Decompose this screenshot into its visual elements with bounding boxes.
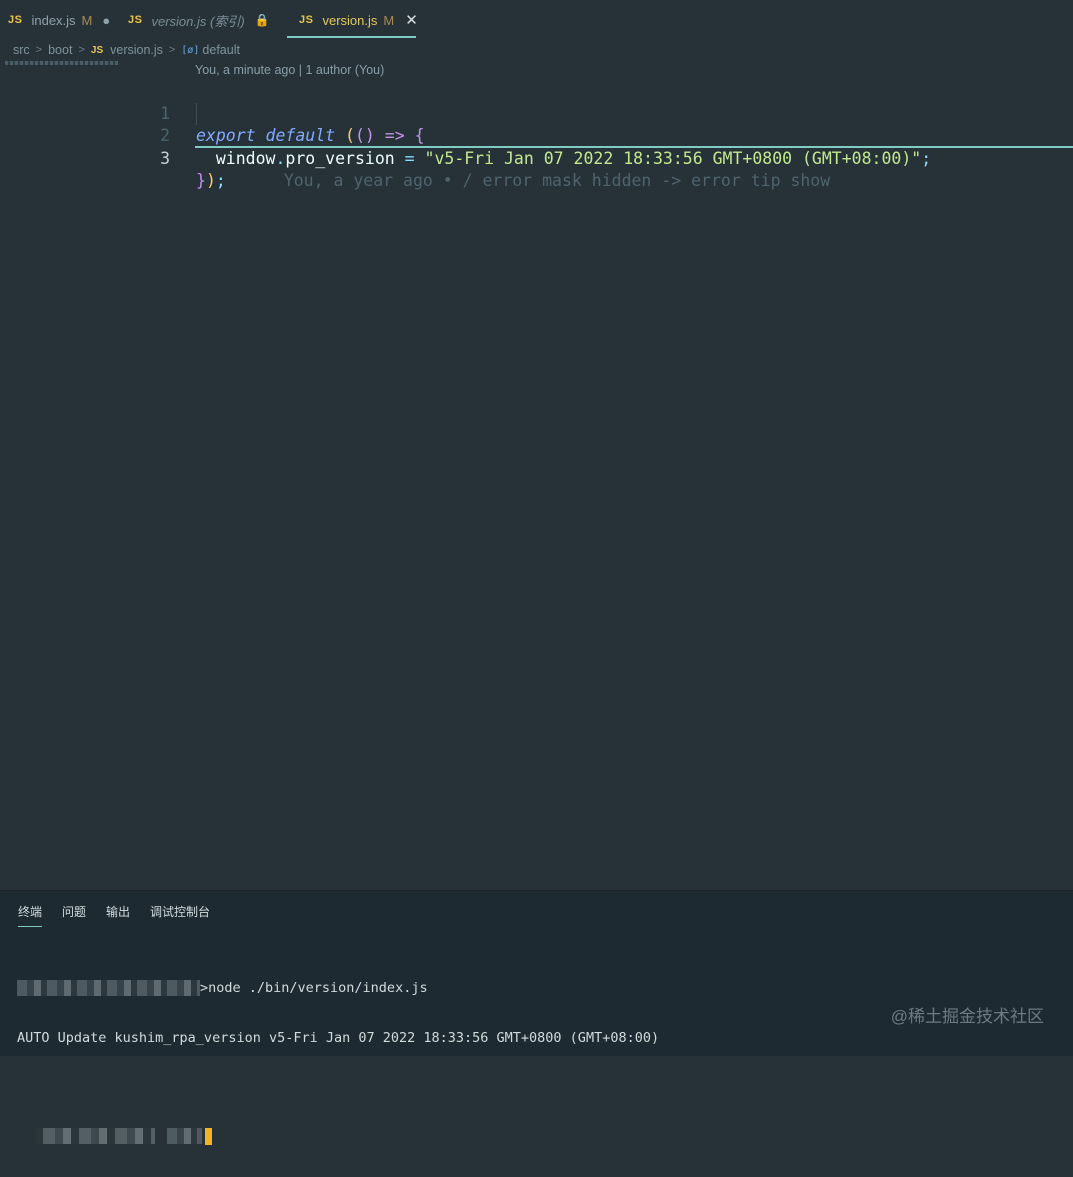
tab-debug-console[interactable]: 调试控制台 <box>150 903 210 927</box>
chevron-right-icon: > <box>78 44 85 56</box>
tab-terminal[interactable]: 终端 <box>18 903 43 927</box>
tab-version-js[interactable]: JS version.js M ✕ <box>287 0 418 40</box>
code-text: window.pro_version = "v5-Fri Jan 07 2022… <box>215 148 932 168</box>
breadcrumb: src > boot > JS version.js > [ø] default <box>0 40 240 60</box>
code-editor[interactable]: 1 export default (() => { 2 window.pro_v… <box>0 80 1073 191</box>
terminal-output-line: AUTO Update kushim_rpa_version v5-Fri Ja… <box>17 1030 660 1046</box>
inline-git-blame: You, a year ago • / error mask hidden ->… <box>283 171 831 190</box>
terminal-output[interactable]: >node ./bin/version/index.js AUTO Update… <box>17 947 659 1177</box>
git-codelens[interactable]: You, a minute ago | 1 author (You) <box>195 63 384 77</box>
code-text: }); You, a year ago • / error mask hidden… <box>196 171 831 190</box>
tab-problems[interactable]: 问题 <box>62 903 86 927</box>
breadcrumb-item-boot[interactable]: boot <box>48 43 72 57</box>
breadcrumb-item-src[interactable]: src <box>13 43 30 57</box>
breadcrumb-item-file[interactable]: version.js <box>110 43 163 57</box>
terminal-cursor <box>205 1127 212 1145</box>
editor-tab-bar: JS index.js M ● JS version.js (索引) 🔒 JS … <box>0 0 1073 40</box>
javascript-file-icon: JS <box>299 14 314 26</box>
line-number: 3 <box>160 148 170 168</box>
tab-output[interactable]: 输出 <box>106 903 130 927</box>
close-icon[interactable]: ✕ <box>405 11 418 29</box>
tab-label: version.js <box>322 12 378 28</box>
redacted-prompt <box>167 1128 202 1144</box>
minimap[interactable] <box>5 61 118 65</box>
tab-label: index.js <box>31 12 76 28</box>
javascript-file-icon: JS <box>8 14 23 26</box>
javascript-file-icon: JS <box>128 14 143 26</box>
tab-label: version.js (索引) <box>151 13 245 29</box>
redacted-prompt <box>35 1128 155 1144</box>
tab-version-js-index[interactable]: JS version.js (索引) 🔒 <box>120 0 287 40</box>
bottom-panel: 终端 问题 输出 调试控制台 >node ./bin/version/index… <box>0 890 1073 1145</box>
code-line: 2 window.pro_version = "v5-Fri Jan 07 20… <box>0 103 1073 168</box>
watermark: @稀土掘金技术社区 <box>890 1007 1044 1026</box>
modified-status-badge: M <box>81 12 93 28</box>
terminal-prompt-line <box>17 1127 659 1145</box>
chevron-right-icon: > <box>168 44 176 56</box>
terminal-command-line: >node ./bin/version/index.js <box>17 979 659 997</box>
modified-status-badge: M <box>383 12 395 28</box>
code-line: 1 export default (() => { <box>0 80 1073 146</box>
breadcrumb-item-symbol[interactable]: default <box>202 43 240 57</box>
unsaved-dot-icon: ● <box>102 12 111 28</box>
redacted-path <box>17 980 200 996</box>
chevron-right-icon: > <box>35 44 43 56</box>
variable-symbol-icon: [ø] <box>181 44 200 56</box>
javascript-file-icon: JS <box>90 44 104 56</box>
code-line-current: 3 }); You, a year ago • / error mask hidd… <box>0 125 1073 191</box>
tab-index-js[interactable]: JS index.js M ● <box>0 0 120 40</box>
terminal-command: >node ./bin/version/index.js <box>200 980 428 996</box>
panel-tab-bar: 终端 问题 输出 调试控制台 <box>18 903 230 927</box>
lock-icon: 🔒 <box>254 13 270 27</box>
